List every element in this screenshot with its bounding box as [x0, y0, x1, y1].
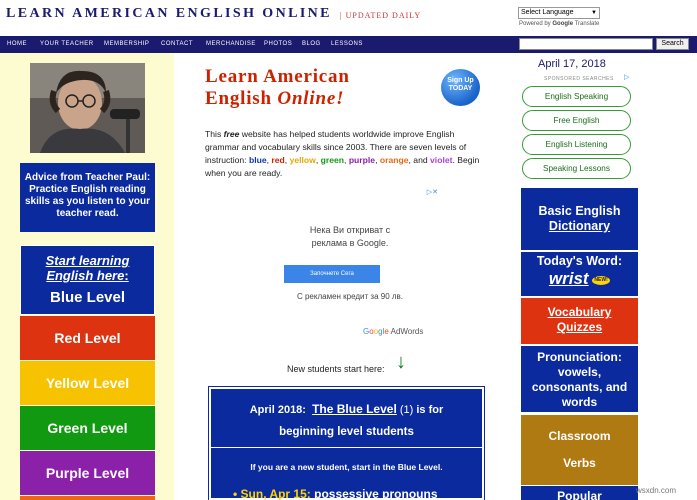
- language-select-label: Select Language: [521, 9, 574, 16]
- panel-new-student-note: If you are a new student, start in the B…: [250, 462, 443, 472]
- nav-lessons[interactable]: LESSONS: [331, 41, 363, 47]
- red-level-button[interactable]: Red Level: [20, 316, 155, 360]
- google-logo: Google: [552, 21, 574, 27]
- sponsored-link-free-english[interactable]: Free English: [522, 110, 631, 131]
- verbs-line-2: Verbs: [563, 456, 596, 470]
- nav-home[interactable]: HOME: [7, 41, 27, 47]
- powered-by-google-translate: Powered by Google Translate: [519, 21, 599, 27]
- ad-headline: Нека Ви откриват с реклама в Google.: [309, 225, 391, 248]
- nav-contact[interactable]: CONTACT: [161, 41, 193, 47]
- nav-your-teacher[interactable]: YOUR TEACHER: [40, 41, 94, 47]
- vocabulary-quizzes-button[interactable]: Vocabulary Quizzes: [521, 298, 638, 344]
- powered-by-label: Powered by: [519, 21, 551, 27]
- adchoices-icon[interactable]: ▷✕: [427, 188, 438, 196]
- signup-line-1: Sign Up: [447, 77, 474, 84]
- search-input[interactable]: [519, 38, 653, 50]
- ad-credit-text: С рекламен кредит за 90 лв.: [296, 292, 404, 301]
- ad-cta-button[interactable]: Започнете Сега: [284, 265, 380, 283]
- page: LEARN AMERICAN ENGLISH ONLINE | UPDATED …: [0, 0, 697, 500]
- sponsored-link-english-speaking[interactable]: English Speaking: [522, 86, 631, 107]
- down-arrow-icon: ↓: [396, 351, 406, 373]
- title-line-2: English: [205, 88, 272, 109]
- google-adwords-logo: Google AdWords: [363, 327, 424, 336]
- start-learning-text: Start learning English here: [45, 253, 130, 283]
- pronunciation-button[interactable]: Pronunciation: vowels, consonants, and w…: [521, 346, 638, 412]
- nav-blog[interactable]: BLOG: [302, 41, 321, 47]
- search-button[interactable]: Search: [656, 38, 689, 50]
- signup-today-button[interactable]: Sign Up TODAY: [441, 69, 480, 106]
- watermark: wsxdn.com: [636, 486, 677, 495]
- purple-level-button[interactable]: Purple Level: [20, 451, 155, 495]
- intro-paragraph: This free website has helped students wo…: [205, 129, 480, 178]
- start-learning-link[interactable]: Start learning English here:: [21, 253, 154, 283]
- blue-level-link[interactable]: The Blue Level: [312, 402, 397, 416]
- adchoices-icon[interactable]: ▷: [624, 73, 629, 81]
- language-select[interactable]: Select Language ▼: [518, 7, 600, 19]
- title-online: Online!: [277, 88, 345, 109]
- start-learning-colon: :: [124, 268, 129, 283]
- green-level-button[interactable]: Green Level: [20, 406, 155, 450]
- sponsored-searches-label: SPONSORED SEARCHES: [544, 76, 614, 82]
- dictionary-line-1: Basic English: [538, 204, 621, 218]
- panel-heading: April 2018: The Blue Level (1) is for: [249, 402, 444, 416]
- new-badge: NEW!: [592, 276, 611, 286]
- vocab-line-2: Quizzes: [556, 320, 603, 334]
- signup-line-2: TODAY: [448, 85, 473, 92]
- chevron-down-icon: ▼: [591, 10, 597, 16]
- title-line-1: Learn American: [205, 66, 350, 87]
- todays-word-link[interactable]: wrist: [549, 269, 589, 288]
- blue-level-box[interactable]: Start learning English here: Blue Level: [20, 245, 155, 315]
- lesson-list-item[interactable]: • Sun, Apr 15: possessive pronouns: [233, 487, 438, 500]
- header: LEARN AMERICAN ENGLISH ONLINE | UPDATED …: [0, 0, 697, 36]
- nav-photos[interactable]: PHOTOS: [264, 41, 292, 47]
- popular-button[interactable]: Popular: [521, 486, 638, 500]
- orange-level-button[interactable]: [20, 496, 155, 500]
- classroom-verbs-button[interactable]: Classroom Verbs: [521, 415, 638, 485]
- new-students-text: New students start here:: [287, 364, 385, 374]
- sponsored-link-speaking-lessons[interactable]: Speaking Lessons: [522, 158, 631, 179]
- advice-box: Advice from Teacher Paul: Practice Engli…: [20, 163, 155, 232]
- dictionary-link[interactable]: Dictionary: [521, 219, 638, 234]
- site-title[interactable]: LEARN AMERICAN ENGLISH ONLINE: [6, 6, 332, 22]
- todays-word-label: Today's Word:: [536, 254, 623, 268]
- nav-merchandise[interactable]: MERCHANDISE: [206, 41, 256, 47]
- yellow-level-button[interactable]: Yellow Level: [20, 361, 155, 405]
- updated-daily-tag: | UPDATED DAILY: [340, 11, 422, 20]
- panel-subheading: beginning level students: [279, 426, 414, 438]
- page-title: Learn American English Online!: [205, 66, 350, 110]
- blue-level-label: Blue Level: [49, 289, 126, 306]
- teacher-portrait-image: [30, 63, 145, 153]
- verbs-line-1: Classroom: [548, 429, 611, 443]
- nav-membership[interactable]: MEMBERSHIP: [104, 41, 149, 47]
- sponsored-link-english-listening[interactable]: English Listening: [522, 134, 631, 155]
- blue-level-panel: April 2018: The Blue Level (1) is for be…: [208, 386, 485, 500]
- teacher-photo: [30, 63, 145, 153]
- todays-word-box[interactable]: Today's Word: wrist NEW!: [521, 252, 638, 296]
- google-ad[interactable]: ▷✕ Нека Ви откриват с реклама в Google. З…: [260, 188, 440, 340]
- panel-divider: [211, 447, 482, 448]
- current-date: April 17, 2018: [538, 58, 606, 70]
- vocab-line-1: Vocabulary: [547, 305, 612, 319]
- dictionary-box[interactable]: Basic English Dictionary: [521, 188, 638, 250]
- translate-link[interactable]: Translate: [575, 21, 600, 27]
